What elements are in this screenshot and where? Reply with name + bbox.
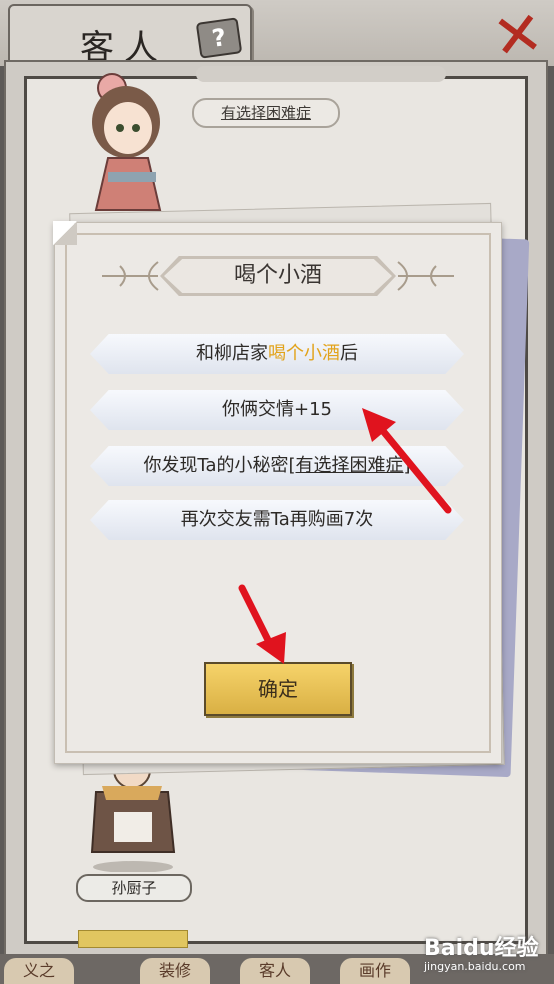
result-line-1-highlight: 喝个小酒 xyxy=(268,343,340,364)
result-line-4-text: 再次交友需Ta再购画7次 xyxy=(180,509,374,530)
guest-trait-tag[interactable]: 有选择困难症 xyxy=(192,98,340,128)
nav-tab-1[interactable]: 义之 xyxy=(4,958,74,984)
ornament-right-icon xyxy=(397,261,454,291)
watermark-url: jingyan.baidu.com xyxy=(424,960,526,973)
result-line-1-prefix: 和柳店家 xyxy=(196,343,268,364)
result-line-1: 和柳店家喝个小酒后 xyxy=(90,334,464,374)
nav-tab-2[interactable]: 装修 xyxy=(140,958,210,984)
guest-character-top xyxy=(92,73,162,211)
confirm-button[interactable]: 确定 xyxy=(204,662,352,716)
result-line-2-text: 你俩交情+15 xyxy=(222,399,332,420)
red-arrow-icon xyxy=(362,408,452,514)
guest-name-tag[interactable]: 孙厨子 xyxy=(76,874,192,902)
help-icon[interactable]: ? xyxy=(195,17,243,59)
watermark-brand: Baidu经验 xyxy=(424,936,539,961)
nav-tab-4[interactable]: 画作 xyxy=(340,958,410,984)
red-arrow-icon xyxy=(238,584,286,664)
page-fold xyxy=(53,221,77,245)
result-line-1-suffix: 后 xyxy=(340,343,358,364)
nav-tab-3[interactable]: 客人 xyxy=(240,958,310,984)
baidu-watermark: Baidu经验 jingyan.baidu.com xyxy=(424,930,552,978)
ornament-left-icon xyxy=(102,261,159,291)
guest-card-top-strip xyxy=(196,66,446,82)
dialog-title: 喝个小酒 xyxy=(233,263,322,288)
result-line-3-prefix: 你发现Ta的小秘密[ xyxy=(143,455,296,476)
guest-progress-strip xyxy=(78,930,188,948)
